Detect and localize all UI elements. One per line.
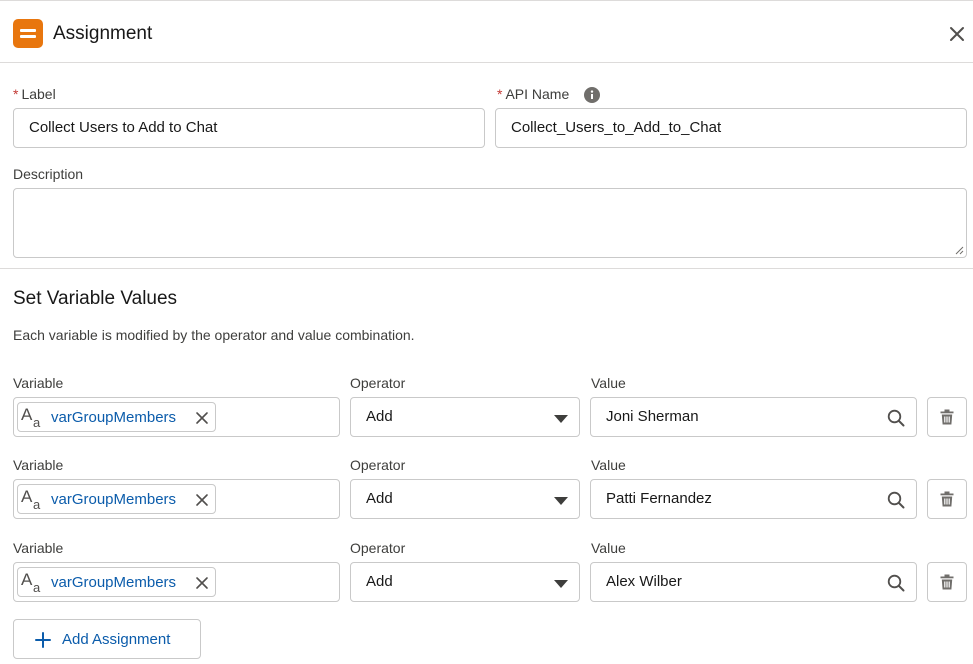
svg-text:A: A bbox=[21, 570, 33, 589]
panel-header: Assignment bbox=[0, 0, 973, 63]
section-description: Each variable is modified by the operato… bbox=[13, 327, 415, 343]
label-input[interactable]: Collect Users to Add to Chat bbox=[13, 108, 485, 148]
label-field-label: * Label bbox=[13, 86, 56, 102]
text-variable-icon: A a bbox=[21, 570, 41, 594]
value-label: Value bbox=[591, 457, 626, 473]
delete-assignment-button[interactable] bbox=[927, 479, 967, 519]
trash-icon bbox=[940, 574, 954, 590]
trash-icon bbox=[940, 491, 954, 507]
variable-label: Variable bbox=[13, 540, 64, 556]
operator-label: Operator bbox=[350, 457, 406, 473]
search-icon bbox=[887, 409, 905, 427]
variable-pill-text: varGroupMembers bbox=[51, 491, 177, 508]
trash-icon bbox=[940, 409, 954, 425]
variable-pill: A a varGroupMembers bbox=[17, 402, 216, 432]
value-text: Joni Sherman bbox=[606, 408, 699, 425]
chevron-down-icon bbox=[554, 415, 568, 423]
plus-icon bbox=[35, 632, 51, 648]
svg-text:A: A bbox=[21, 487, 33, 506]
value-label: Value bbox=[591, 540, 626, 556]
required-marker: * bbox=[13, 86, 19, 102]
value-lookup[interactable]: Alex Wilber bbox=[590, 562, 917, 602]
close-icon[interactable] bbox=[944, 21, 970, 47]
variable-pill: A a varGroupMembers bbox=[17, 484, 216, 514]
delete-assignment-button[interactable] bbox=[927, 562, 967, 602]
variable-pill: A a varGroupMembers bbox=[17, 567, 216, 597]
info-icon[interactable] bbox=[584, 87, 600, 103]
description-textarea[interactable] bbox=[13, 188, 967, 258]
svg-text:a: a bbox=[33, 415, 41, 429]
operator-select[interactable]: Add bbox=[350, 479, 580, 519]
operator-value: Add bbox=[366, 408, 393, 425]
text-variable-icon: A a bbox=[21, 487, 41, 511]
variable-pill-text: varGroupMembers bbox=[51, 574, 177, 591]
operator-value: Add bbox=[366, 490, 393, 507]
chevron-down-icon bbox=[554, 580, 568, 588]
chevron-down-icon bbox=[554, 497, 568, 505]
text-variable-icon: A a bbox=[21, 405, 41, 429]
required-marker: * bbox=[497, 86, 503, 102]
operator-label: Operator bbox=[350, 540, 406, 556]
value-lookup[interactable]: Joni Sherman bbox=[590, 397, 917, 437]
value-label: Value bbox=[591, 375, 626, 391]
remove-variable-icon[interactable] bbox=[194, 492, 210, 508]
add-assignment-button[interactable]: Add Assignment bbox=[13, 619, 201, 659]
variable-label: Variable bbox=[13, 457, 64, 473]
variable-pill-text: varGroupMembers bbox=[51, 409, 177, 426]
api-name-input[interactable]: Collect_Users_to_Add_to_Chat bbox=[495, 108, 967, 148]
section-title: Set Variable Values bbox=[13, 288, 178, 309]
svg-text:a: a bbox=[33, 580, 41, 594]
svg-text:a: a bbox=[33, 497, 41, 511]
operator-label: Operator bbox=[350, 375, 406, 391]
svg-text:A: A bbox=[21, 405, 33, 424]
api-name-field-label: * API Name bbox=[497, 86, 569, 102]
value-text: Alex Wilber bbox=[606, 573, 682, 590]
value-lookup[interactable]: Patti Fernandez bbox=[590, 479, 917, 519]
assignment-icon bbox=[13, 19, 43, 48]
variable-lookup[interactable]: A a varGroupMembers bbox=[13, 479, 340, 519]
description-field-label: Description bbox=[13, 166, 84, 182]
resize-grip-icon[interactable] bbox=[954, 245, 964, 255]
operator-value: Add bbox=[366, 573, 393, 590]
variable-label: Variable bbox=[13, 375, 64, 391]
label-field-label-text: Label bbox=[21, 86, 56, 102]
operator-select[interactable]: Add bbox=[350, 397, 580, 437]
search-icon bbox=[887, 574, 905, 592]
add-assignment-label: Add Assignment bbox=[62, 631, 171, 648]
api-name-field-label-text: API Name bbox=[505, 86, 570, 102]
value-text: Patti Fernandez bbox=[606, 490, 712, 507]
panel-title: Assignment bbox=[53, 23, 153, 44]
variable-lookup[interactable]: A a varGroupMembers bbox=[13, 562, 340, 602]
remove-variable-icon[interactable] bbox=[194, 575, 210, 591]
delete-assignment-button[interactable] bbox=[927, 397, 967, 437]
search-icon bbox=[887, 491, 905, 509]
variable-lookup[interactable]: A a varGroupMembers bbox=[13, 397, 340, 437]
section-divider bbox=[0, 268, 973, 269]
remove-variable-icon[interactable] bbox=[194, 410, 210, 426]
operator-select[interactable]: Add bbox=[350, 562, 580, 602]
